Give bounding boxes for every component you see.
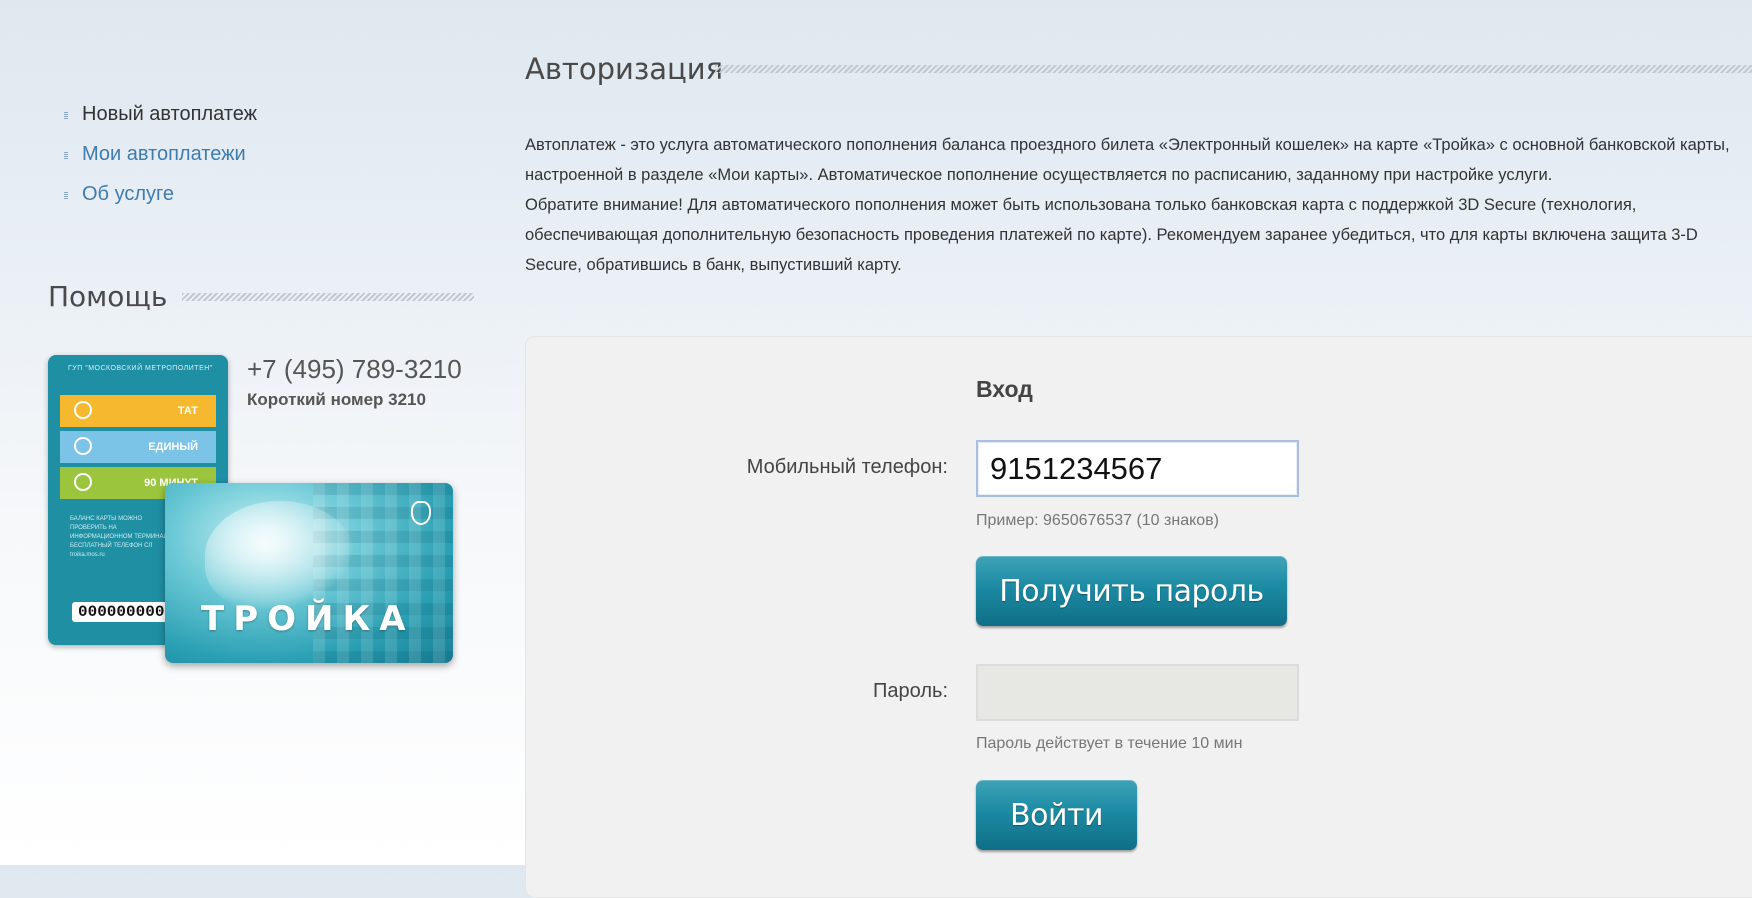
help-title: Помощь <box>48 280 168 313</box>
card-brand: ТРОЙКА <box>201 599 415 639</box>
bullet-icon <box>64 151 68 159</box>
transport-icon <box>74 401 92 419</box>
page-title: Авторизация <box>525 52 724 86</box>
sidebar-item-label: Новый автоплатеж <box>82 103 258 125</box>
card-band-tat: ТАТ <box>60 395 216 427</box>
card-org: ГУП "МОСКОВСКИЙ МЕТРОПОЛИТЕН" <box>68 365 213 372</box>
sidebar-item-my-autopayments[interactable]: Мои автоплатежи <box>60 140 257 180</box>
horses-image <box>205 501 355 611</box>
clock-icon <box>74 473 92 491</box>
phone-hint: Пример: 9650676537 (10 знаков) <box>976 512 1219 529</box>
card-band-label: ЕДИНЫЙ <box>148 441 198 453</box>
password-label: Пароль: <box>873 680 948 702</box>
description-paragraph: Обратите внимание! Для автоматического п… <box>525 196 1698 274</box>
service-description: Автоплатеж - это услуга автоматического … <box>525 130 1740 280</box>
help-title-rule <box>182 293 474 301</box>
sidebar-item-new-autopayment[interactable]: Новый автоплатеж <box>60 100 257 140</box>
help-short-number: Короткий номер 3210 <box>247 390 426 409</box>
password-hint: Пароль действует в течение 10 мин <box>976 735 1243 752</box>
get-password-button[interactable]: Получить пароль <box>976 556 1287 626</box>
phone-input[interactable] <box>976 440 1299 497</box>
troika-card-front: ТРОЙКА <box>165 483 453 663</box>
metro-icon <box>74 437 92 455</box>
phone-label: Мобильный телефон: <box>746 456 948 478</box>
description-paragraph: Автоплатеж - это услуга автоматического … <box>525 136 1730 184</box>
bullet-icon <box>64 111 68 119</box>
bullet-icon <box>64 191 68 199</box>
login-form-title: Вход <box>976 376 1033 402</box>
login-button[interactable]: Войти <box>976 780 1137 850</box>
sidebar-item-about[interactable]: Об услуге <box>60 180 257 220</box>
page-title-rule <box>715 65 1752 73</box>
card-back-text: БАЛАНС КАРТЫ МОЖНО ПРОВЕРИТЬ НА ИНФОРМАЦ… <box>70 516 172 558</box>
troika-logo-icon <box>411 501 431 525</box>
card-band-unified: ЕДИНЫЙ <box>60 431 216 463</box>
password-input[interactable] <box>976 664 1299 721</box>
sidebar-item-link[interactable]: Мои автоплатежи <box>82 143 246 165</box>
sidebar-item-link[interactable]: Об услуге <box>82 183 174 205</box>
card-band-label: ТАТ <box>177 405 198 417</box>
sidebar-nav: Новый автоплатеж Мои автоплатежи Об услу… <box>60 100 257 220</box>
help-phone: +7 (495) 789-3210 <box>247 354 462 384</box>
